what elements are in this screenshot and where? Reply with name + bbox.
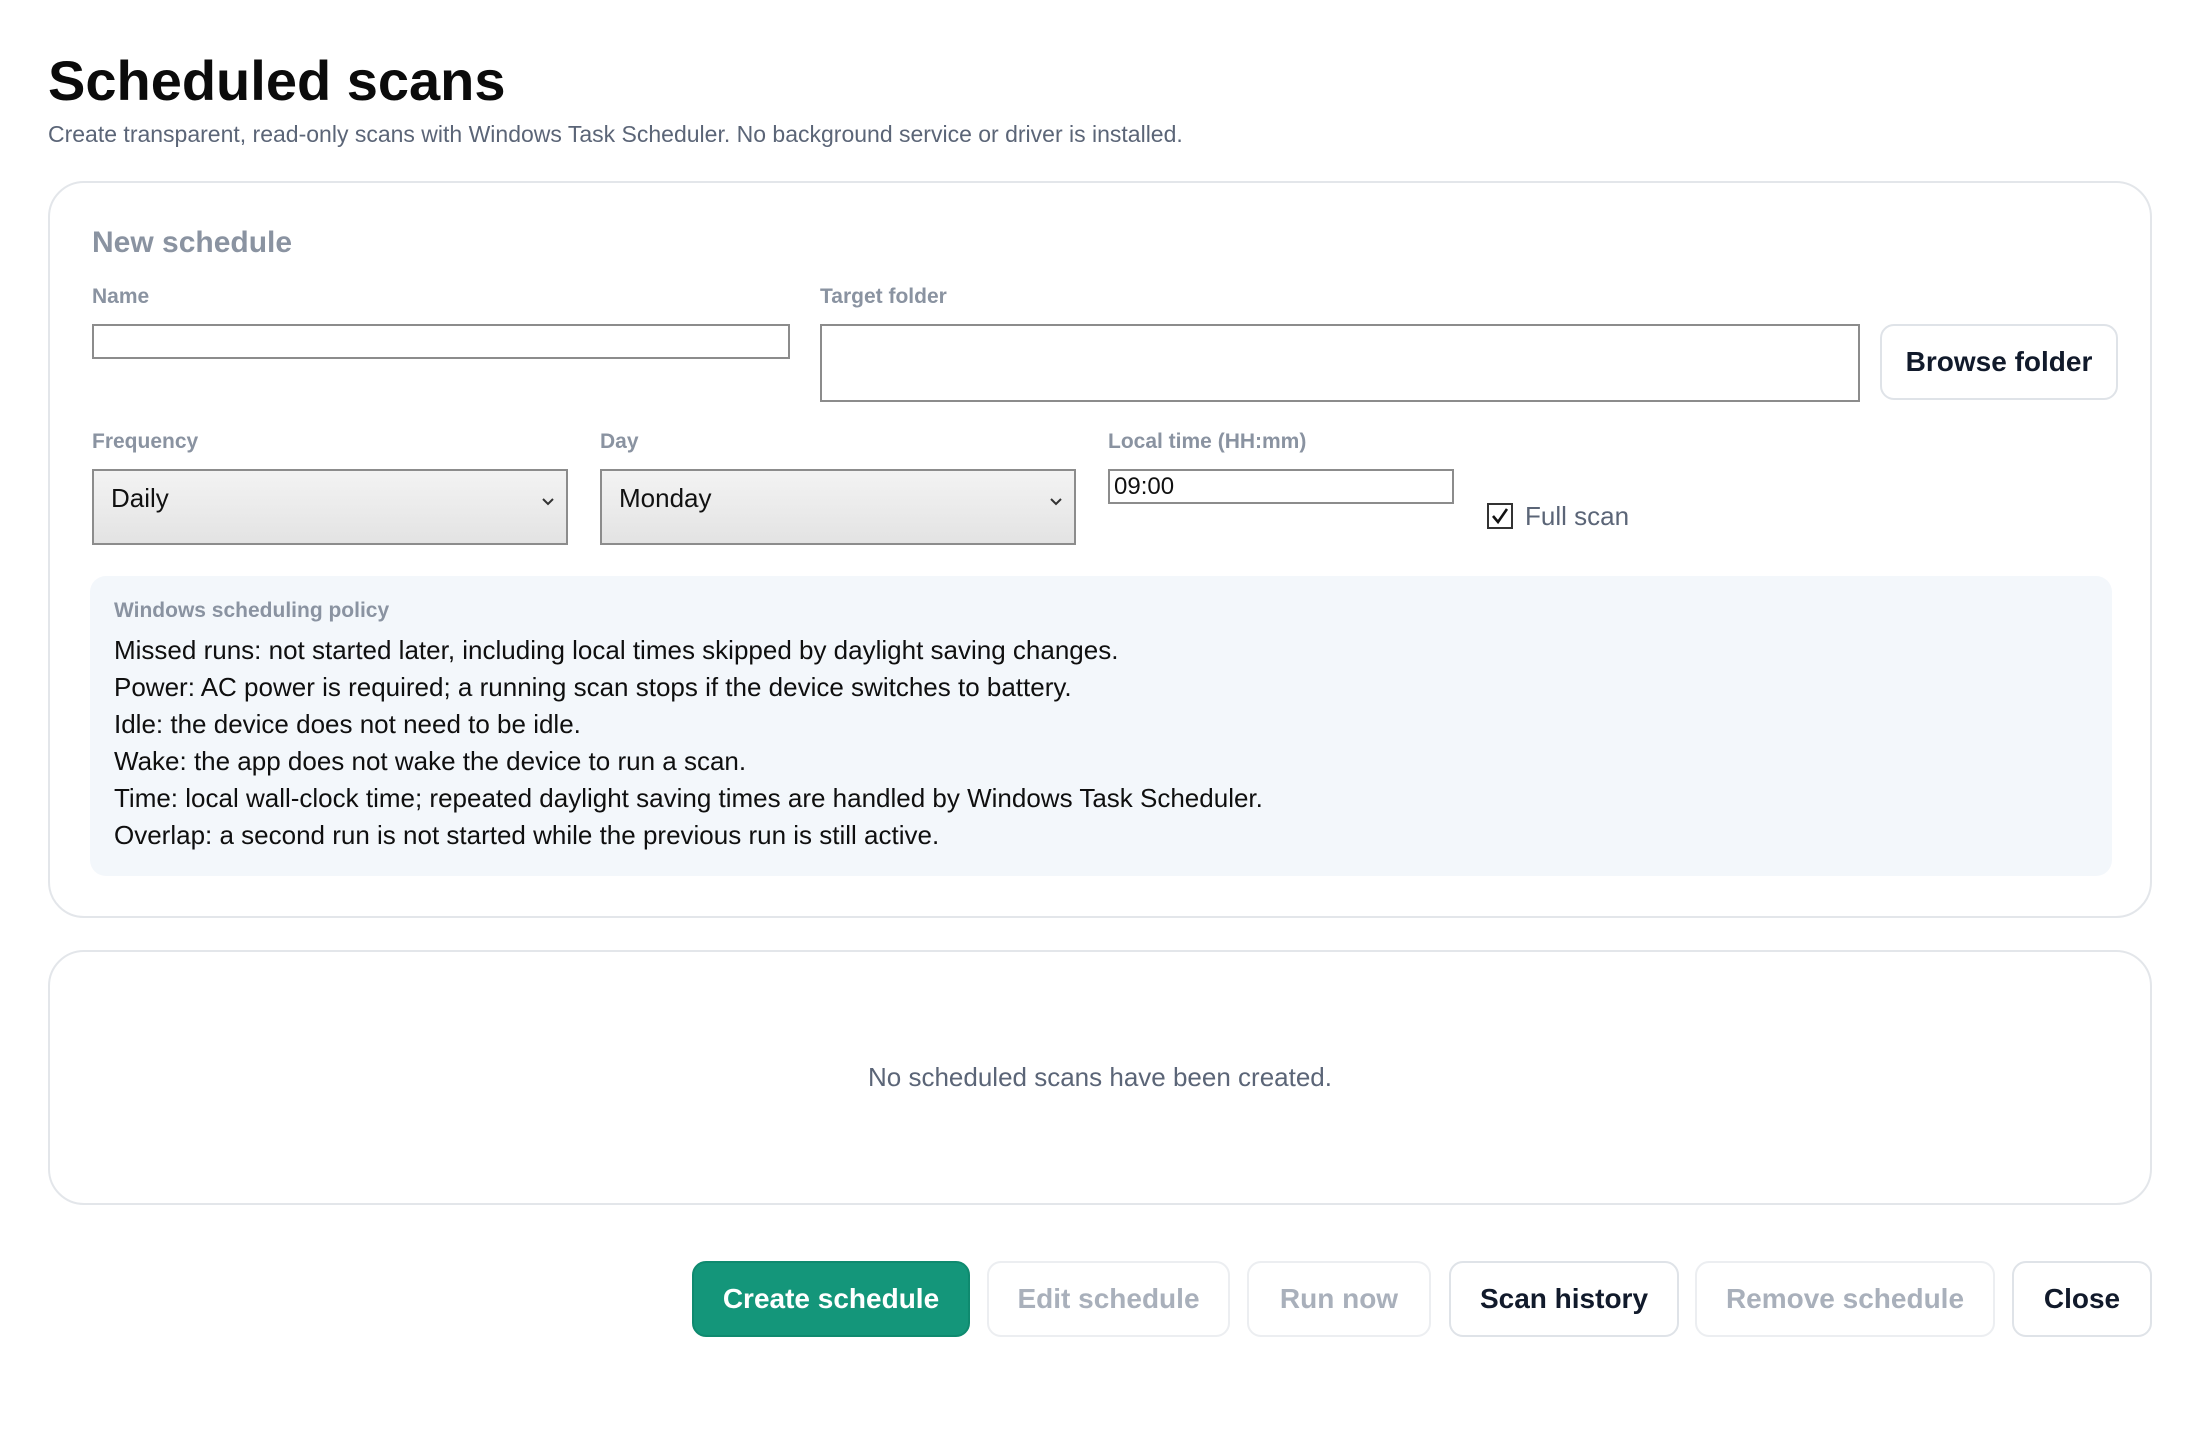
frequency-select[interactable]: Daily [92, 469, 568, 545]
remove-schedule-label: Remove schedule [1725, 1283, 1965, 1314]
checkbox-checked-icon[interactable] [1487, 503, 1513, 529]
scheduled-scans-window: Scheduled scans Create transparent, read… [0, 0, 2200, 1440]
page-subtitle: Create transparent, read-only scans with… [48, 121, 1183, 147]
run-now-label: Run now [1279, 1283, 1399, 1314]
create-schedule-label: Create schedule [722, 1283, 940, 1314]
policy-line-power: Power: AC power is required; a running s… [114, 672, 1072, 702]
scan-history-label: Scan history [1479, 1283, 1649, 1314]
target-folder-input[interactable] [820, 324, 1860, 402]
chevron-down-icon [542, 498, 554, 506]
full-scan-checkbox[interactable]: Full scan [1487, 499, 1629, 533]
page-title: Scheduled scans [48, 49, 506, 112]
name-label: Name [92, 285, 150, 308]
edit-schedule-button[interactable]: Edit schedule [987, 1261, 1230, 1337]
section-title-new-schedule: New schedule [92, 226, 293, 259]
policy-list: Missed runs: not started later, includin… [114, 632, 1263, 854]
local-time-input[interactable] [1108, 469, 1454, 504]
target-folder-label: Target folder [820, 285, 947, 308]
schedule-list-card: No scheduled scans have been created. [48, 950, 2152, 1205]
checkmark-icon [1492, 508, 1509, 525]
close-label: Close [2043, 1283, 2121, 1314]
frequency-selected-value: Daily [111, 483, 169, 513]
frequency-label: Frequency [92, 430, 199, 453]
full-scan-label: Full scan [1525, 501, 1630, 531]
day-selected-value: Monday [619, 483, 712, 513]
scan-history-button[interactable]: Scan history [1449, 1261, 1679, 1337]
edit-schedule-label: Edit schedule [1017, 1283, 1200, 1314]
run-now-button[interactable]: Run now [1247, 1261, 1431, 1337]
browse-folder-label: Browse folder [1905, 346, 2093, 377]
policy-line-missed-runs: Missed runs: not started later, includin… [114, 635, 1119, 665]
create-schedule-button[interactable]: Create schedule [692, 1261, 970, 1337]
policy-line-time: Time: local wall-clock time; repeated da… [114, 783, 1263, 813]
policy-line-idle: Idle: the device does not need to be idl… [114, 709, 581, 739]
empty-list-message: No scheduled scans have been created. [868, 1062, 1332, 1092]
new-schedule-card: New schedule Name Target folder Browse f… [48, 181, 2152, 918]
policy-line-overlap: Overlap: a second run is not started whi… [114, 820, 940, 850]
remove-schedule-button[interactable]: Remove schedule [1695, 1261, 1995, 1337]
day-label: Day [600, 430, 639, 453]
close-button[interactable]: Close [2012, 1261, 2152, 1337]
policy-title: Windows scheduling policy [114, 599, 390, 622]
scheduling-policy-panel: Windows scheduling policy Missed runs: n… [90, 576, 2112, 876]
chevron-down-icon [1050, 498, 1062, 506]
policy-line-wake: Wake: the app does not wake the device t… [114, 746, 747, 776]
local-time-label: Local time (HH:mm) [1108, 430, 1307, 453]
day-select[interactable]: Monday [600, 469, 1076, 545]
browse-folder-button[interactable]: Browse folder [1880, 324, 2118, 400]
name-input[interactable] [92, 324, 790, 359]
